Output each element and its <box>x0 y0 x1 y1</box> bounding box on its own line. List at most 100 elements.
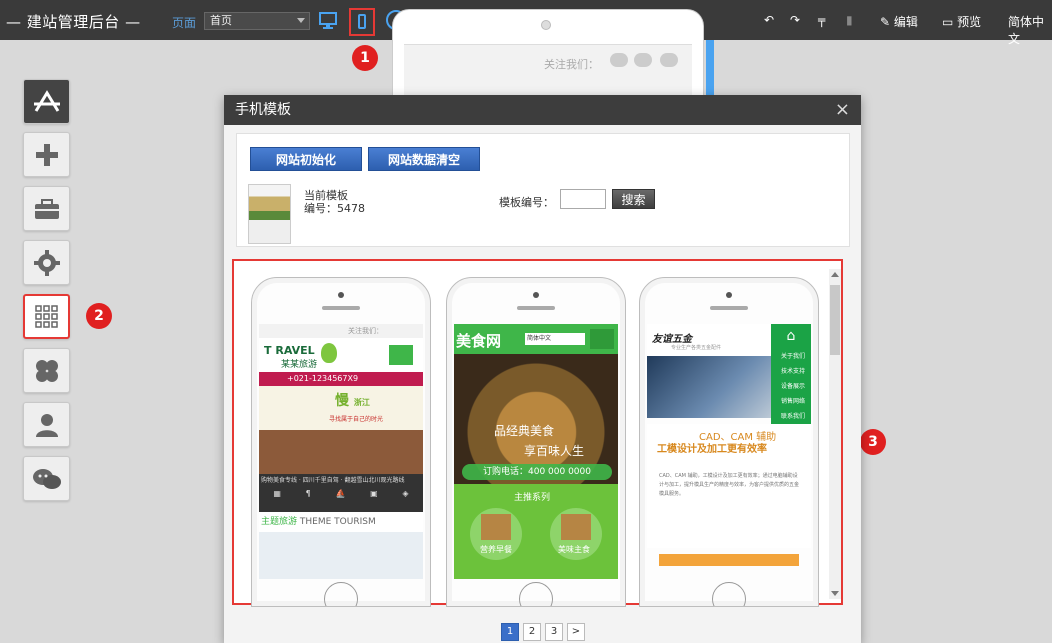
site-init-button[interactable]: 网站初始化 <box>250 147 362 171</box>
food-logo: 美食网 <box>456 332 502 350</box>
phone-home-button <box>519 582 553 606</box>
page-3-button[interactable]: 3 <box>545 623 563 641</box>
page-2-button[interactable]: 2 <box>523 623 541 641</box>
brush-icon[interactable]: ╤ <box>818 13 825 27</box>
travel-phone: +021-1234567X9 <box>259 372 423 386</box>
clover-icon <box>35 359 58 382</box>
wechat-icon <box>32 468 61 489</box>
redo-icon[interactable]: ↷ <box>790 13 800 27</box>
callout-2: 2 <box>86 303 112 329</box>
chevron-down-icon <box>297 18 305 23</box>
travel-logo-sub: 某某旅游 <box>281 360 318 370</box>
undo-icon[interactable]: ↶ <box>764 13 774 27</box>
food-lang-select: 简体中文 <box>525 333 585 345</box>
follow-label: 关注我们： <box>544 58 599 71</box>
phone-speaker <box>517 306 555 310</box>
travel-nav-strip: 购物美食专线 · 四川千里自驾 · 翻越雪山北川观光路线 ▦ ¶ ⛵ ▣ ◈ <box>259 474 423 512</box>
current-template-number: 编号：5478 <box>304 202 365 215</box>
template-number-input[interactable] <box>560 189 606 209</box>
car-icon: ◈ <box>402 489 409 498</box>
template-screen: 友谊五金 专业生产各类五金配件 ⌂ 关于我们 技术支持 设备展示 销售网络 联系… <box>647 324 811 579</box>
sidebar-settings[interactable] <box>23 240 70 285</box>
food-slogan-2: 享百味人生 <box>524 444 585 458</box>
scroll-thumb[interactable] <box>830 285 840 355</box>
phone-home-button <box>324 582 358 606</box>
scroll-down-icon[interactable] <box>831 591 839 596</box>
food-header: 美食网 简体中文 <box>454 324 618 354</box>
sidebar-wechat[interactable] <box>23 456 70 501</box>
template-scrollbar[interactable] <box>829 269 841 599</box>
sidebar-user[interactable] <box>23 402 70 447</box>
sidebar-templates[interactable] <box>23 294 70 339</box>
toolbox-icon <box>34 198 59 219</box>
template-screen: 美食网 简体中文 品经典美食 享百味人生 订购电话：400 000 0000 主… <box>454 324 618 579</box>
food-banner: 品经典美食 享百味人生 订购电话：400 000 0000 <box>454 354 618 484</box>
weibo-icon <box>634 53 652 67</box>
template-travel[interactable]: 关注我们： T RAVEL 某某旅游 +021-1234567X9 慢 浙江 寻… <box>251 277 431 607</box>
food-slogan-1: 品经典美食 <box>494 424 555 438</box>
current-template-thumbnail <box>248 184 291 244</box>
shop-icon: ▦ <box>273 489 281 498</box>
food-icon: ¶ <box>305 489 311 498</box>
travel-logo: T RAVEL <box>264 344 315 357</box>
food-call: 订购电话：400 000 0000 <box>462 464 612 480</box>
sidebar-app-store[interactable] <box>23 79 70 124</box>
phone-camera <box>541 20 551 30</box>
template-controls: 网站初始化 网站数据清空 当前模板 编号：5478 模板编号： 搜索 <box>236 133 850 247</box>
app-brand: — 建站管理后台 — <box>6 13 141 31</box>
preview-button[interactable]: ▭ 预览 <box>942 13 981 30</box>
template-screen: 关注我们： T RAVEL 某某旅游 +021-1234567X9 慢 浙江 寻… <box>259 324 423 579</box>
close-icon[interactable]: × <box>835 101 850 119</box>
phone-camera <box>726 292 732 298</box>
travel-theme: 主题旅游 THEME TOURISM <box>259 512 423 532</box>
banner-slow-char: 慢 浙江 <box>335 393 370 409</box>
template-list: 关注我们： T RAVEL 某某旅游 +021-1234567X9 慢 浙江 寻… <box>232 259 843 607</box>
sidebar-toolbox[interactable] <box>23 186 70 231</box>
page-1-button[interactable]: 1 <box>501 623 519 641</box>
hardware-nav: ⌂ 关于我们 技术支持 设备展示 销售网络 联系我们 <box>771 324 811 424</box>
qq-icon <box>660 53 678 67</box>
travel-banner: 慢 浙江 寻找属于自己的时光 <box>259 386 423 474</box>
desktop-view-icon[interactable] <box>318 10 340 32</box>
pagination: 1 2 3 > <box>501 623 585 641</box>
hardware-orange-bar <box>659 554 799 566</box>
phone-camera <box>533 292 539 298</box>
travel-bottom <box>259 532 423 579</box>
scroll-up-icon[interactable] <box>831 272 839 277</box>
hardware-body: CAD、CAM 辅助，工模设计及加工更有效率；通过电脑辅助设计与加工，提升模具生… <box>647 468 811 548</box>
user-icon <box>35 413 58 437</box>
template-hardware[interactable]: 友谊五金 专业生产各类五金配件 ⌂ 关于我们 技术支持 设备展示 销售网络 联系… <box>639 277 819 607</box>
bar-icon[interactable]: ▮ <box>846 13 853 27</box>
boat-icon: ⛵ <box>335 489 346 498</box>
plus-icon <box>35 143 58 166</box>
grid-icon <box>34 304 58 328</box>
menu-icon <box>590 329 614 349</box>
hardware-header: 友谊五金 专业生产各类五金配件 ⌂ 关于我们 技术支持 设备展示 销售网络 联系… <box>647 324 811 424</box>
monitor-icon: ▭ <box>942 15 954 29</box>
page-select-value: 首页 <box>210 14 232 27</box>
phone-speaker <box>322 306 360 310</box>
menu-icon <box>389 345 413 365</box>
banner-text: 寻找属于自己的时光 <box>329 416 384 423</box>
template-food[interactable]: 美食网 简体中文 品经典美食 享百味人生 订购电话：400 000 0000 主… <box>446 277 626 607</box>
preview-scrollbar <box>706 40 714 100</box>
callout-1: 1 <box>352 45 378 71</box>
next-page-button[interactable]: > <box>567 623 585 641</box>
page-label: 页面 <box>172 16 197 30</box>
hardware-cad: CAD、CAM 辅助 工模设计及加工更有效率 <box>647 424 811 468</box>
phone-speaker <box>710 306 748 310</box>
hardware-photo <box>647 356 771 418</box>
callout-3: 3 <box>860 429 886 455</box>
language-button[interactable]: 简体中文 <box>1008 13 1052 47</box>
hardware-logo: 友谊五金 <box>652 334 692 345</box>
sidebar-add[interactable] <box>23 132 70 177</box>
mobile-view-button[interactable] <box>349 8 375 36</box>
food-item-1: 营养早餐 <box>480 545 512 554</box>
site-data-clear-button[interactable]: 网站数据清空 <box>368 147 480 171</box>
sidebar-apps[interactable] <box>23 348 70 393</box>
edit-button[interactable]: ✎ 编辑 <box>880 13 918 30</box>
search-button[interactable]: 搜索 <box>612 189 655 209</box>
page-select[interactable]: 首页 <box>204 12 310 30</box>
dialog-title: 手机模板 <box>224 95 861 125</box>
balloon-icon <box>321 343 337 363</box>
